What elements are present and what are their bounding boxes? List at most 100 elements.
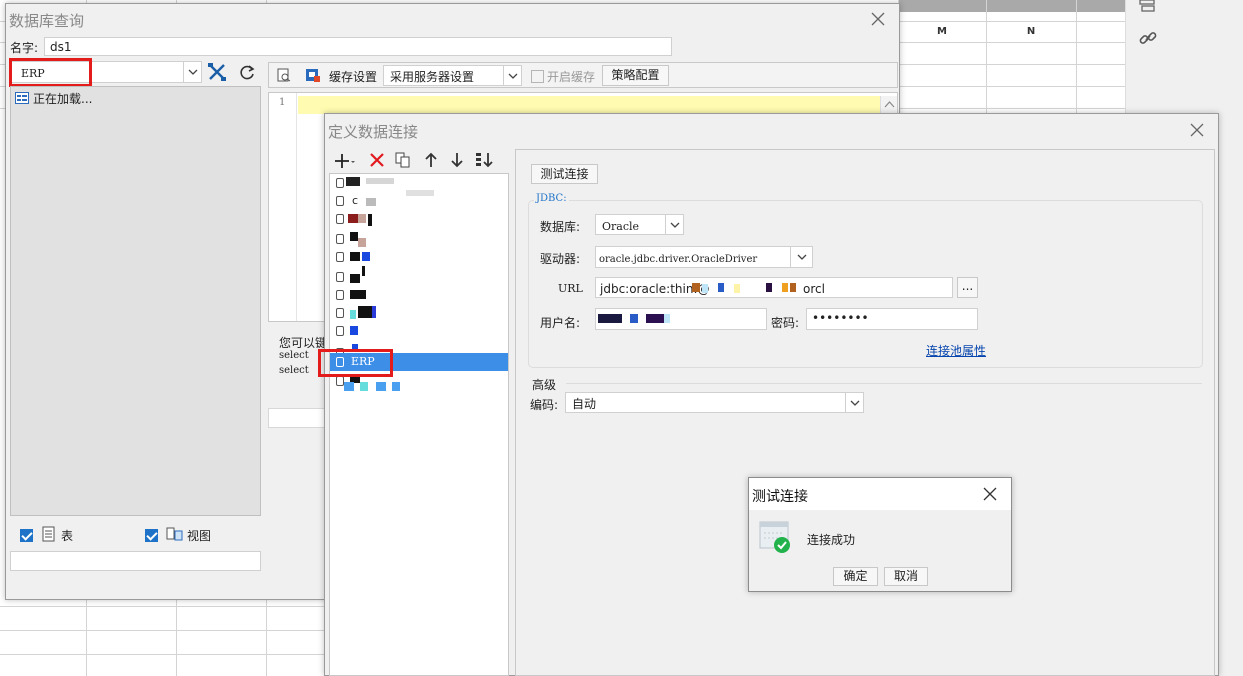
- list-item-label: c: [352, 194, 359, 207]
- divider: [566, 383, 1202, 384]
- edit-connection-icon[interactable]: [206, 62, 230, 82]
- password-input[interactable]: ••••••••: [806, 308, 978, 330]
- redacted-block: [372, 306, 376, 318]
- list-item[interactable]: [336, 322, 506, 340]
- close-icon[interactable]: [983, 487, 1001, 505]
- move-up-icon[interactable]: [425, 152, 437, 168]
- list-item[interactable]: [336, 210, 506, 228]
- connection-pool-link[interactable]: 连接池属性: [926, 342, 986, 359]
- name-input[interactable]: ds1: [44, 37, 672, 56]
- success-icon: [759, 520, 793, 554]
- username-label: 用户名:: [540, 316, 581, 330]
- loading-text: 正在加载...: [33, 92, 93, 106]
- redacted-block: [350, 252, 360, 261]
- redacted-block: [376, 382, 386, 391]
- scroll-up-arrow[interactable]: [880, 96, 897, 114]
- list-item[interactable]: [336, 304, 506, 322]
- redacted-block: [692, 283, 700, 292]
- strategy-config-button[interactable]: 策略配置: [602, 65, 669, 86]
- test-connection-button[interactable]: 测试连接: [531, 164, 598, 184]
- success-message: 连接成功: [807, 533, 856, 547]
- refresh-icon[interactable]: [237, 62, 257, 82]
- table-checkbox-label: 表: [61, 529, 74, 543]
- cache-icon: [305, 67, 321, 83]
- sheet-header-strip: [898, 0, 1125, 12]
- list-item[interactable]: [336, 230, 506, 248]
- chevron-down-icon: [845, 393, 863, 412]
- cancel-button[interactable]: 取消: [884, 567, 928, 586]
- enable-cache-label: 开启缓存: [547, 70, 596, 84]
- table-tree-icon: [15, 92, 29, 104]
- database-label: 数据库:: [540, 220, 581, 234]
- cache-settings-label: 缓存设置: [329, 70, 378, 84]
- result-area: [268, 408, 328, 428]
- move-down-icon[interactable]: [451, 152, 463, 168]
- database-icon: [336, 214, 344, 224]
- redacted-block: [350, 290, 366, 299]
- redacted-block: [646, 314, 664, 323]
- chevron-down-icon: [665, 215, 683, 234]
- redacted-block: [358, 306, 372, 318]
- column-header-n[interactable]: N: [987, 22, 1075, 42]
- redacted-block: [392, 382, 400, 391]
- redacted-block: [350, 310, 356, 319]
- username-input[interactable]: [595, 308, 767, 330]
- url-browse-button[interactable]: ...: [957, 277, 978, 298]
- database-icon: [336, 178, 344, 188]
- link-icon[interactable]: [1138, 28, 1158, 48]
- list-item[interactable]: c: [336, 190, 506, 210]
- chevron-down-icon: [503, 66, 521, 85]
- redacted-block: [346, 177, 360, 186]
- connection-list[interactable]: c ERP: [329, 173, 509, 676]
- sort-icon[interactable]: [475, 152, 495, 168]
- list-item[interactable]: [336, 248, 506, 266]
- dialog-title: 测试连接: [752, 489, 808, 505]
- redacted-block: [702, 284, 708, 293]
- driver-select-value: oracle.jdbc.driver.OracleDriver: [599, 254, 758, 265]
- url-input[interactable]: jdbc:oracle:thin:@ orcl: [595, 277, 953, 298]
- jdbc-group-label: JDBC:: [534, 193, 569, 204]
- redacted-block: [344, 382, 354, 391]
- line-number: 1: [279, 97, 286, 108]
- window-title: 定义数据连接: [328, 123, 419, 141]
- table-tree-panel[interactable]: 正在加载...: [10, 86, 261, 516]
- driver-label: 驱动器:: [540, 252, 581, 266]
- redacted-block: [350, 232, 358, 241]
- connection-list-toolbar: [329, 149, 509, 173]
- filter-input[interactable]: [10, 551, 261, 571]
- copy-icon[interactable]: [395, 152, 411, 168]
- redacted-block: [598, 314, 622, 323]
- redacted-block: [368, 214, 372, 226]
- panel-layout-icon[interactable]: [1138, 0, 1156, 14]
- close-icon[interactable]: [871, 12, 889, 30]
- close-icon[interactable]: [1190, 123, 1208, 141]
- delete-icon[interactable]: [370, 153, 384, 167]
- redacted-block: [362, 252, 370, 261]
- encoding-select-value: 自动: [572, 397, 597, 411]
- redacted-block: [348, 214, 358, 223]
- url-suffix: orcl: [803, 282, 825, 296]
- driver-select[interactable]: oracle.jdbc.driver.OracleDriver: [595, 246, 813, 268]
- ok-button[interactable]: 确定: [833, 567, 878, 586]
- encoding-select[interactable]: 自动: [565, 392, 864, 413]
- list-item[interactable]: [336, 266, 506, 286]
- preview-icon[interactable]: [277, 68, 291, 82]
- cache-mode-select[interactable]: 采用服务器设置: [383, 65, 522, 86]
- column-header-m[interactable]: M: [898, 22, 986, 42]
- editor-toolbar: 缓存设置 采用服务器设置 开启缓存 策略配置: [268, 62, 898, 88]
- database-select[interactable]: Oracle: [595, 214, 684, 235]
- database-icon: [336, 272, 344, 282]
- table-checkbox[interactable]: [20, 529, 33, 542]
- name-label: 名字:: [10, 41, 39, 55]
- redacted-block: [350, 326, 358, 335]
- enable-cache-checkbox[interactable]: [531, 70, 544, 83]
- redacted-block: [718, 283, 724, 292]
- connection-details-panel: 测试连接 JDBC: 数据库: Oracle 驱动器: oracle.jdbc.…: [515, 149, 1215, 676]
- redacted-block: [630, 314, 638, 323]
- cache-mode-value: 采用服务器设置: [390, 70, 475, 84]
- view-checkbox-label: 视图: [187, 529, 212, 543]
- list-item[interactable]: [336, 286, 506, 304]
- redacted-block: [358, 238, 366, 247]
- add-icon[interactable]: [335, 152, 357, 170]
- view-checkbox[interactable]: [145, 529, 158, 542]
